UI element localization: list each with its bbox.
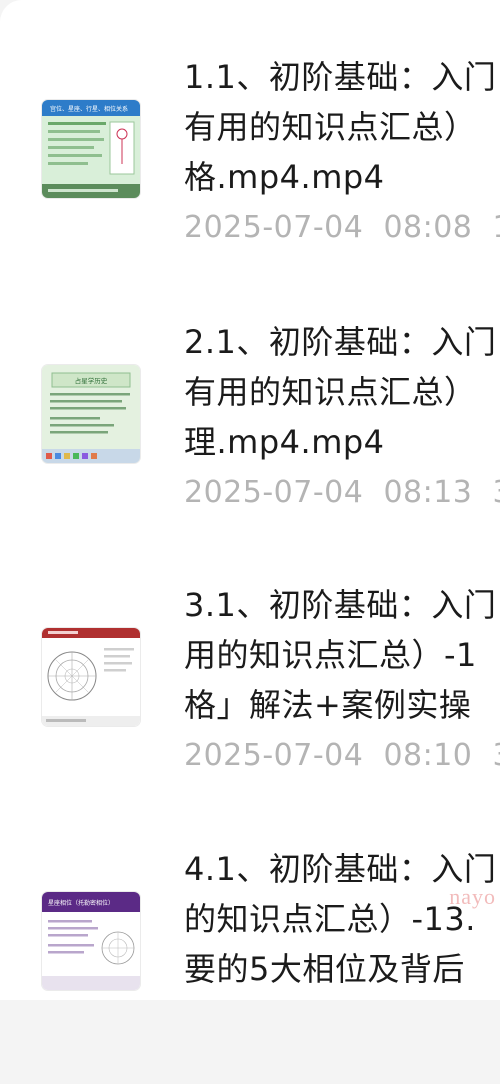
file-title-2[interactable]: 2.1、初阶基础：入门 有用的知识点汇总） 理.mp4.mp4 [184, 317, 500, 467]
file-title-3-line-2: 用的知识点汇总）-1 [184, 636, 477, 674]
file-item-4[interactable]: 星座相位（托勒密相位） 4.1、初阶基础：入门 的知识点汇总）-13. 要的5大… [0, 844, 500, 1084]
file-title-1-line-1: 1.1、初阶基础：入门 [184, 58, 497, 96]
file-title-4[interactable]: 4.1、初阶基础：入门 的知识点汇总）-13. 要的5大相位及背后 [184, 844, 500, 994]
file-date-1: 2025-07-04 [184, 210, 364, 245]
file-list-panel: 宫位、星座、行星、相位关系 1.1、初阶基础：入门 有用的知识点汇总） 格.mp… [0, 0, 500, 1000]
file-title-2-line-2: 有用的知识点汇总） [184, 373, 477, 411]
file-item-3[interactable]: 3.1、初阶基础：入门 用的知识点汇总）-1 格」解法+案例实操 2025-07… [0, 580, 500, 820]
file-size-1: 1 [492, 210, 500, 245]
watermark: nayo [449, 884, 496, 909]
file-date-2: 2025-07-04 [184, 475, 364, 510]
file-title-1-line-3: 格.mp4.mp4 [184, 158, 385, 196]
file-title-2-line-3: 理.mp4.mp4 [184, 423, 385, 461]
file-meta-2: 2025-07-04 08:13 3 [184, 475, 500, 510]
file-title-4-line-3: 要的5大相位及背后 [184, 950, 465, 988]
thumb-4-header: 星座相位（托勒密相位） [48, 899, 114, 907]
file-title-3-line-3: 格」解法+案例实操 [184, 686, 472, 724]
thumb-2-header: 占星学历史 [75, 376, 108, 385]
file-title-3[interactable]: 3.1、初阶基础：入门 用的知识点汇总）-1 格」解法+案例实操 [184, 580, 500, 730]
file-title-3-line-1: 3.1、初阶基础：入门 [184, 586, 497, 624]
thumb-1-header: 宫位、星座、行星、相位关系 [50, 105, 128, 113]
file-item-1[interactable]: 宫位、星座、行星、相位关系 1.1、初阶基础：入门 有用的知识点汇总） 格.mp… [0, 52, 500, 292]
file-time-3: 08:10 [383, 738, 473, 773]
video-thumbnail-4[interactable]: 星座相位（托勒密相位） [42, 892, 140, 990]
file-date-3: 2025-07-04 [184, 738, 364, 773]
file-title-1-line-2: 有用的知识点汇总） [184, 108, 477, 146]
file-title-2-line-1: 2.1、初阶基础：入门 [184, 323, 497, 361]
video-thumbnail-2[interactable]: 占星学历史 [42, 365, 140, 463]
file-size-2: 3 [492, 475, 500, 510]
video-thumbnail-1[interactable]: 宫位、星座、行星、相位关系 [42, 100, 140, 198]
video-thumbnail-3[interactable] [42, 628, 140, 726]
file-item-2[interactable]: 占星学历史 2.1、初阶基础：入门 有用的知识点汇总） 理.mp4.mp4 20… [0, 317, 500, 557]
file-meta-1: 2025-07-04 08:08 1 [184, 210, 500, 245]
file-size-3: 3 [492, 738, 500, 773]
file-time-1: 08:08 [383, 210, 473, 245]
file-time-2: 08:13 [383, 475, 473, 510]
file-meta-3: 2025-07-04 08:10 3 [184, 738, 500, 773]
file-title-1[interactable]: 1.1、初阶基础：入门 有用的知识点汇总） 格.mp4.mp4 [184, 52, 500, 202]
